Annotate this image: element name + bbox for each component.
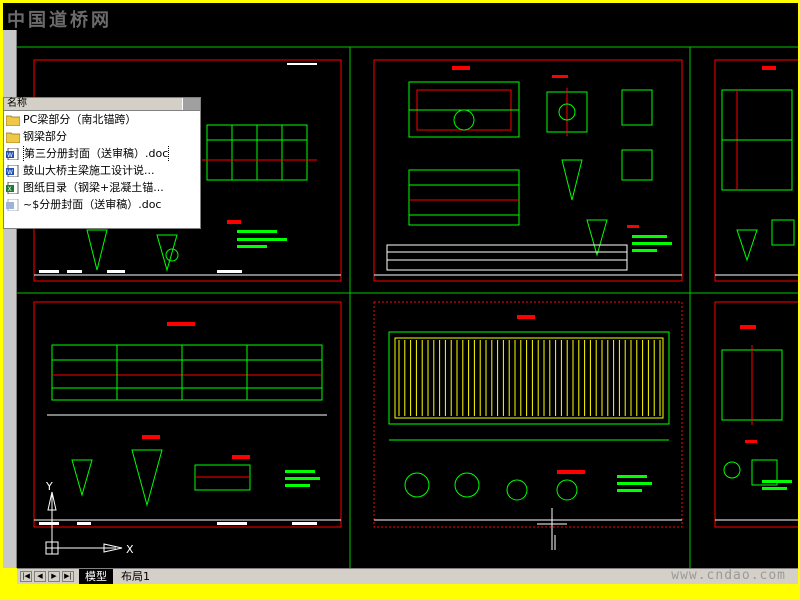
file-list-item[interactable]: W 第三分册封面（送审稿）.doc bbox=[4, 145, 200, 162]
sheet-6 bbox=[714, 301, 798, 528]
word-doc-icon: W bbox=[6, 147, 23, 160]
svg-text:X: X bbox=[8, 186, 12, 193]
first-tab-button[interactable]: |◀ bbox=[20, 571, 32, 582]
file-list-item[interactable]: 钢梁部分 bbox=[4, 128, 200, 145]
ucs-y-label: Y bbox=[45, 480, 53, 493]
bottom-frame bbox=[0, 584, 800, 600]
last-tab-button[interactable]: ▶| bbox=[62, 571, 74, 582]
file-list-item[interactable]: X 图纸目录（钢梁+混凝土锚... bbox=[4, 179, 200, 196]
tab-model[interactable]: 模型 bbox=[79, 569, 113, 585]
deck-bars bbox=[398, 340, 661, 416]
file-list: PC梁部分（南北锚跨） 钢梁部分 W 第三分册封面（送审稿）.doc W 鼓山大桥主梁施工… bbox=[4, 111, 200, 213]
file-name: 鼓山大桥主梁施工设计说... bbox=[23, 164, 155, 177]
watermark-top: 中国道桥网 bbox=[7, 10, 112, 31]
ucs-icon: Y X bbox=[34, 480, 134, 568]
file-list-item[interactable]: PC梁部分（南北锚跨） bbox=[4, 111, 200, 128]
file-list-panel[interactable]: 名称 PC梁部分（南北锚跨） 钢梁部分 W 第三分册封面（送审稿）.doc W 鼓山大桥主… bbox=[3, 97, 201, 229]
tab-layout1[interactable]: 布局1 bbox=[115, 569, 156, 585]
file-list-header[interactable]: 名称 bbox=[4, 98, 200, 111]
title-band: 中国道桥网 bbox=[3, 3, 798, 31]
sheet-5 bbox=[373, 301, 683, 550]
folder-icon bbox=[6, 114, 23, 126]
file-list-item[interactable]: W 鼓山大桥主梁施工设计说... bbox=[4, 162, 200, 179]
temp-doc-icon bbox=[6, 198, 23, 211]
sheet-2 bbox=[373, 59, 683, 282]
word-doc-icon: W bbox=[6, 164, 23, 177]
prev-tab-button[interactable]: ◀ bbox=[34, 571, 46, 582]
file-name: PC梁部分（南北锚跨） bbox=[23, 113, 137, 126]
file-name: 钢梁部分 bbox=[23, 130, 67, 143]
next-tab-button[interactable]: ▶ bbox=[48, 571, 60, 582]
column-resize-handle[interactable] bbox=[182, 98, 200, 110]
file-name: 第三分册封面（送审稿）.doc bbox=[23, 145, 170, 162]
file-list-item[interactable]: ~$分册封面（送审稿）.doc bbox=[4, 196, 200, 213]
excel-icon: X bbox=[6, 181, 23, 194]
svg-text:W: W bbox=[7, 169, 13, 176]
svg-text:W: W bbox=[7, 152, 13, 159]
file-name: 图纸目录（钢梁+混凝土锚... bbox=[23, 181, 164, 194]
watermark-bottom: www.cndao.com bbox=[671, 568, 786, 583]
file-name: ~$分册封面（送审稿）.doc bbox=[23, 198, 162, 211]
ucs-x-label: X bbox=[126, 543, 134, 556]
sheet-3 bbox=[714, 59, 798, 282]
folder-icon bbox=[6, 131, 23, 143]
column-header-name[interactable]: 名称 bbox=[7, 98, 27, 109]
